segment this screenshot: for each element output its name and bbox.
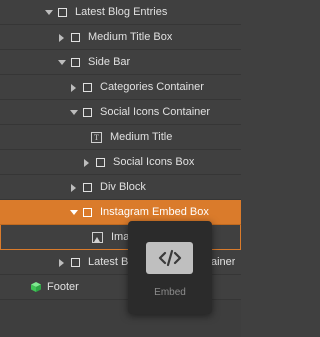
nav-item-label: Medium Title [110,131,173,143]
nav-item-label: Social Icons Box [113,156,195,168]
nav-item-label: Latest Blog Entries [75,6,168,18]
nav-item-categories-container[interactable]: Categories Container [0,75,241,100]
box-icon [58,7,67,17]
drag-element-tooltip[interactable]: Embed [128,221,212,314]
caret-right-icon[interactable] [83,158,90,167]
symbol-cube-icon [31,282,41,292]
nav-item-latest-blog-entries[interactable]: Latest Blog Entries [0,0,241,25]
box-icon [83,107,92,117]
box-icon [83,82,92,92]
nav-item-label: Medium Title Box [88,31,173,43]
nav-item-social-icons-container[interactable]: Social Icons Container [0,100,241,125]
nav-item-label: Social Icons Container [100,106,211,118]
caret-right-icon[interactable] [58,258,65,267]
nav-item-medium-title[interactable]: T Medium Title [0,125,241,150]
box-icon [96,157,105,167]
nav-item-label: Div Block [100,181,146,193]
text-icon: T [91,131,102,143]
code-icon [158,249,181,267]
nav-item-label-tail: ainer [211,256,236,268]
caret-down-icon[interactable] [70,109,78,116]
embed-tile[interactable] [146,242,193,274]
nav-item-label: Instagram Embed Box [100,206,209,218]
caret-right-icon[interactable] [58,33,65,42]
box-icon [71,257,80,267]
caret-right-icon[interactable] [70,183,77,192]
nav-item-label: Side Bar [88,56,131,68]
box-icon [83,182,92,192]
caret-down-icon[interactable] [70,209,78,216]
caret-down-icon[interactable] [58,59,66,66]
nav-item-medium-title-box[interactable]: Medium Title Box [0,25,241,50]
box-icon [83,207,92,217]
box-icon [71,57,80,67]
nav-item-div-block[interactable]: Div Block [0,175,241,200]
nav-item-label: Categories Container [100,81,204,93]
caret-down-icon[interactable] [45,9,53,16]
nav-item-label: Latest Bl [88,256,131,268]
image-icon [92,231,103,243]
box-icon [71,32,80,42]
nav-item-side-bar[interactable]: Side Bar [0,50,241,75]
nav-item-social-icons-box[interactable]: Social Icons Box [0,150,241,175]
nav-item-label: Footer [47,281,79,293]
embed-caption: Embed [154,287,186,298]
caret-right-icon[interactable] [70,83,77,92]
